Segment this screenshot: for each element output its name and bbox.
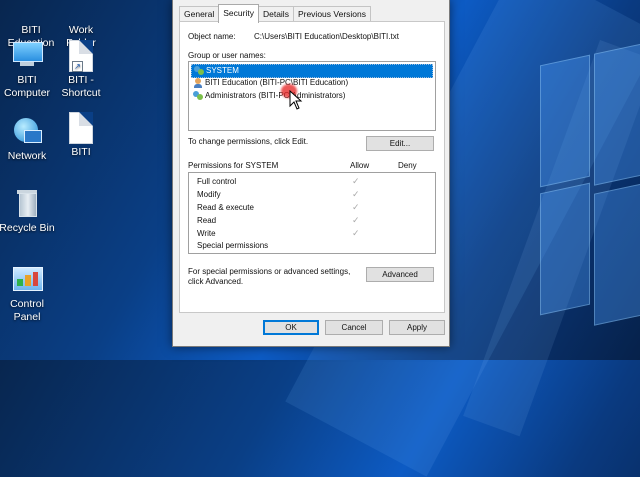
allow-checkmark: ✓ <box>352 189 360 199</box>
user-list-item[interactable]: Administrators (BITI-PC\Administrators) <box>191 90 433 102</box>
special-permissions-text-line1: For special permissions or advanced sett… <box>188 267 351 276</box>
user-icon <box>193 78 203 88</box>
tab-security[interactable]: Security <box>218 4 259 23</box>
tab-previous-versions[interactable]: Previous Versions <box>292 6 371 22</box>
object-name-label: Object name: <box>188 32 236 41</box>
deny-column-header: Deny <box>398 161 417 170</box>
tab-details[interactable]: Details <box>257 6 294 22</box>
group-or-user-names-label: Group or user names: <box>188 51 266 60</box>
apply-button[interactable]: Apply <box>389 320 445 335</box>
desktop-icon-label: Recycle Bin <box>0 222 55 234</box>
tab-strip: General Security Details Previous Versio… <box>179 4 371 23</box>
ok-button[interactable]: OK <box>263 320 319 335</box>
allow-checkmark: ✓ <box>352 215 360 225</box>
file-properties-dialog: General Security Details Previous Versio… <box>172 0 450 347</box>
security-tab-panel: Object name: C:\Users\BITI Education\Des… <box>179 21 445 313</box>
desktop-icon-label: BITI - Shortcut <box>61 74 101 99</box>
object-name-value: C:\Users\BITI Education\Desktop\BITI.txt <box>254 32 399 41</box>
allow-column-header: Allow <box>350 161 370 170</box>
permissions-header: Permissions for SYSTEM <box>188 161 279 170</box>
desktop-icon-control-panel[interactable]: Control Panel <box>0 264 58 324</box>
recycle-bin-icon <box>12 188 42 218</box>
cancel-button[interactable]: Cancel <box>325 320 383 335</box>
desktop-icon-label: BITI <box>71 146 91 158</box>
edit-button[interactable]: Edit... <box>366 136 434 151</box>
desktop-icon-recycle-bin[interactable]: Recycle Bin <box>0 188 58 235</box>
mouse-cursor-icon <box>281 84 303 110</box>
desktop-icon-label: Control Panel <box>10 298 44 323</box>
user-list-item[interactable]: SYSTEM <box>191 64 433 78</box>
tab-general[interactable]: General <box>179 6 220 22</box>
desktop-icon-biti[interactable]: BITI <box>50 112 112 159</box>
document-icon <box>66 112 96 144</box>
user-group-icon <box>193 91 203 101</box>
user-name: SYSTEM <box>206 66 239 75</box>
desktop-icon-biti-shortcut[interactable]: ↗ BITI - Shortcut <box>50 40 112 100</box>
user-list-item[interactable]: BITI Education (BITI-PC\BITI Education) <box>191 77 433 89</box>
advanced-button[interactable]: Advanced <box>366 267 434 282</box>
user-name: BITI Education (BITI-PC\BITI Education) <box>205 78 349 87</box>
change-permissions-text: To change permissions, click Edit. <box>188 137 309 146</box>
permission-name: Read <box>197 216 217 225</box>
permission-name: Full control <box>197 177 237 186</box>
permission-name: Special permissions <box>197 241 269 250</box>
desktop-icon-label: BITI Computer <box>3 74 51 99</box>
allow-checkmark: ✓ <box>352 202 360 212</box>
computer-icon <box>12 40 43 70</box>
desktop-icon-label: Network <box>7 150 47 162</box>
allow-checkmark: ✓ <box>352 228 360 238</box>
permission-name: Read & execute <box>197 203 254 212</box>
control-panel-icon <box>12 264 43 294</box>
permission-name: Modify <box>197 190 221 199</box>
document-shortcut-icon: ↗ <box>66 40 96 72</box>
user-name: Administrators (BITI-PC\Administrators) <box>205 91 346 100</box>
special-permissions-text-line2: click Advanced. <box>188 277 244 286</box>
allow-checkmark: ✓ <box>352 176 360 186</box>
user-list: SYSTEM BITI Education (BITI-PC\BITI Educ… <box>188 61 436 131</box>
windows-logo-background <box>540 42 640 326</box>
network-icon <box>12 116 42 146</box>
permissions-list: Full control ✓ Modify ✓ Read & execute ✓… <box>188 172 436 254</box>
permission-name: Write <box>197 229 216 238</box>
user-group-icon <box>194 66 204 76</box>
